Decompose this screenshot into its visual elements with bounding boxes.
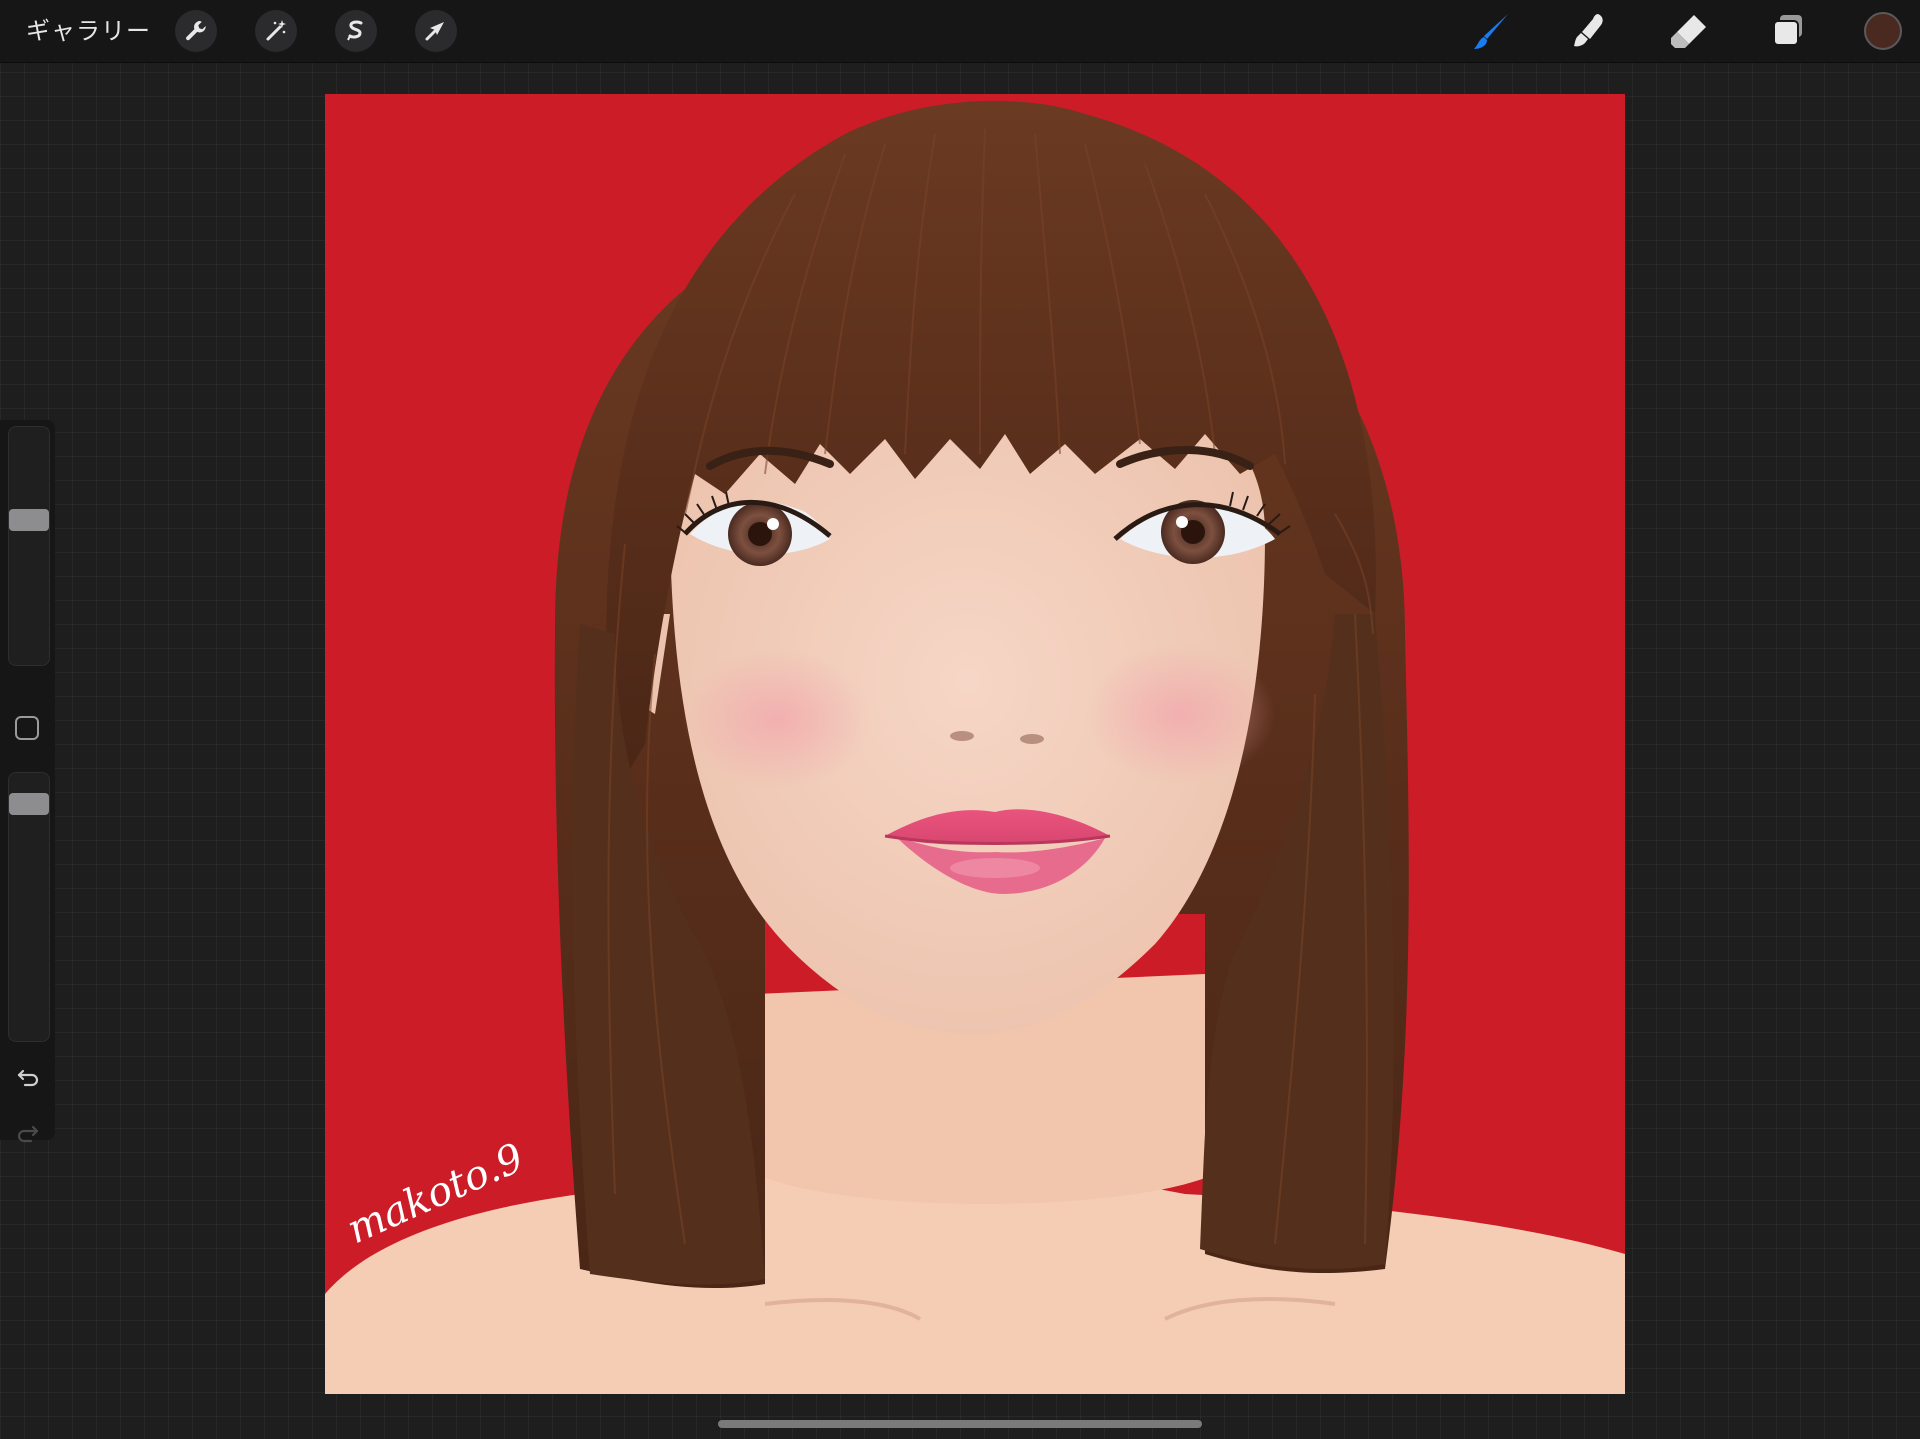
brush-size-slider[interactable]: [8, 426, 50, 666]
top-toolbar: ギャラリー: [0, 0, 1920, 63]
smudge-icon: [1574, 14, 1603, 47]
actions-button[interactable]: [175, 10, 217, 52]
brush-icon: [1474, 14, 1508, 49]
gallery-button[interactable]: ギャラリー: [26, 16, 151, 46]
smudge-button[interactable]: [1568, 10, 1612, 52]
home-indicator: [718, 1420, 1202, 1428]
undo-button[interactable]: [10, 1058, 46, 1094]
opacity-slider[interactable]: [8, 772, 50, 1042]
portrait-illustration: makoto.9: [325, 100, 1625, 1394]
drawing-canvas[interactable]: makoto.9: [325, 94, 1625, 1394]
color-swatch[interactable]: [1864, 12, 1902, 50]
redo-icon: [17, 1125, 39, 1143]
eraser-icon: [1671, 15, 1706, 48]
adjustments-button[interactable]: [255, 10, 297, 52]
eraser-button[interactable]: [1667, 10, 1711, 52]
redo-button[interactable]: [10, 1114, 46, 1150]
nose-left: [950, 731, 974, 741]
brush-button[interactable]: [1470, 10, 1514, 52]
wrench-icon: [186, 21, 206, 41]
selection-button[interactable]: [335, 10, 377, 52]
selection-icon: [347, 20, 363, 41]
undo-icon: [17, 1069, 39, 1087]
left-sidebar: [0, 420, 55, 1143]
modify-button[interactable]: [15, 716, 39, 740]
opacity-thumb[interactable]: [9, 793, 49, 815]
brush-size-thumb[interactable]: [9, 509, 49, 531]
nose-right: [1020, 734, 1044, 744]
transform-arrow-icon: [425, 22, 444, 41]
magic-wand-icon: [266, 20, 286, 41]
layers-icon: [1773, 15, 1802, 46]
layers-button[interactable]: [1766, 10, 1810, 52]
transform-button[interactable]: [415, 10, 457, 52]
